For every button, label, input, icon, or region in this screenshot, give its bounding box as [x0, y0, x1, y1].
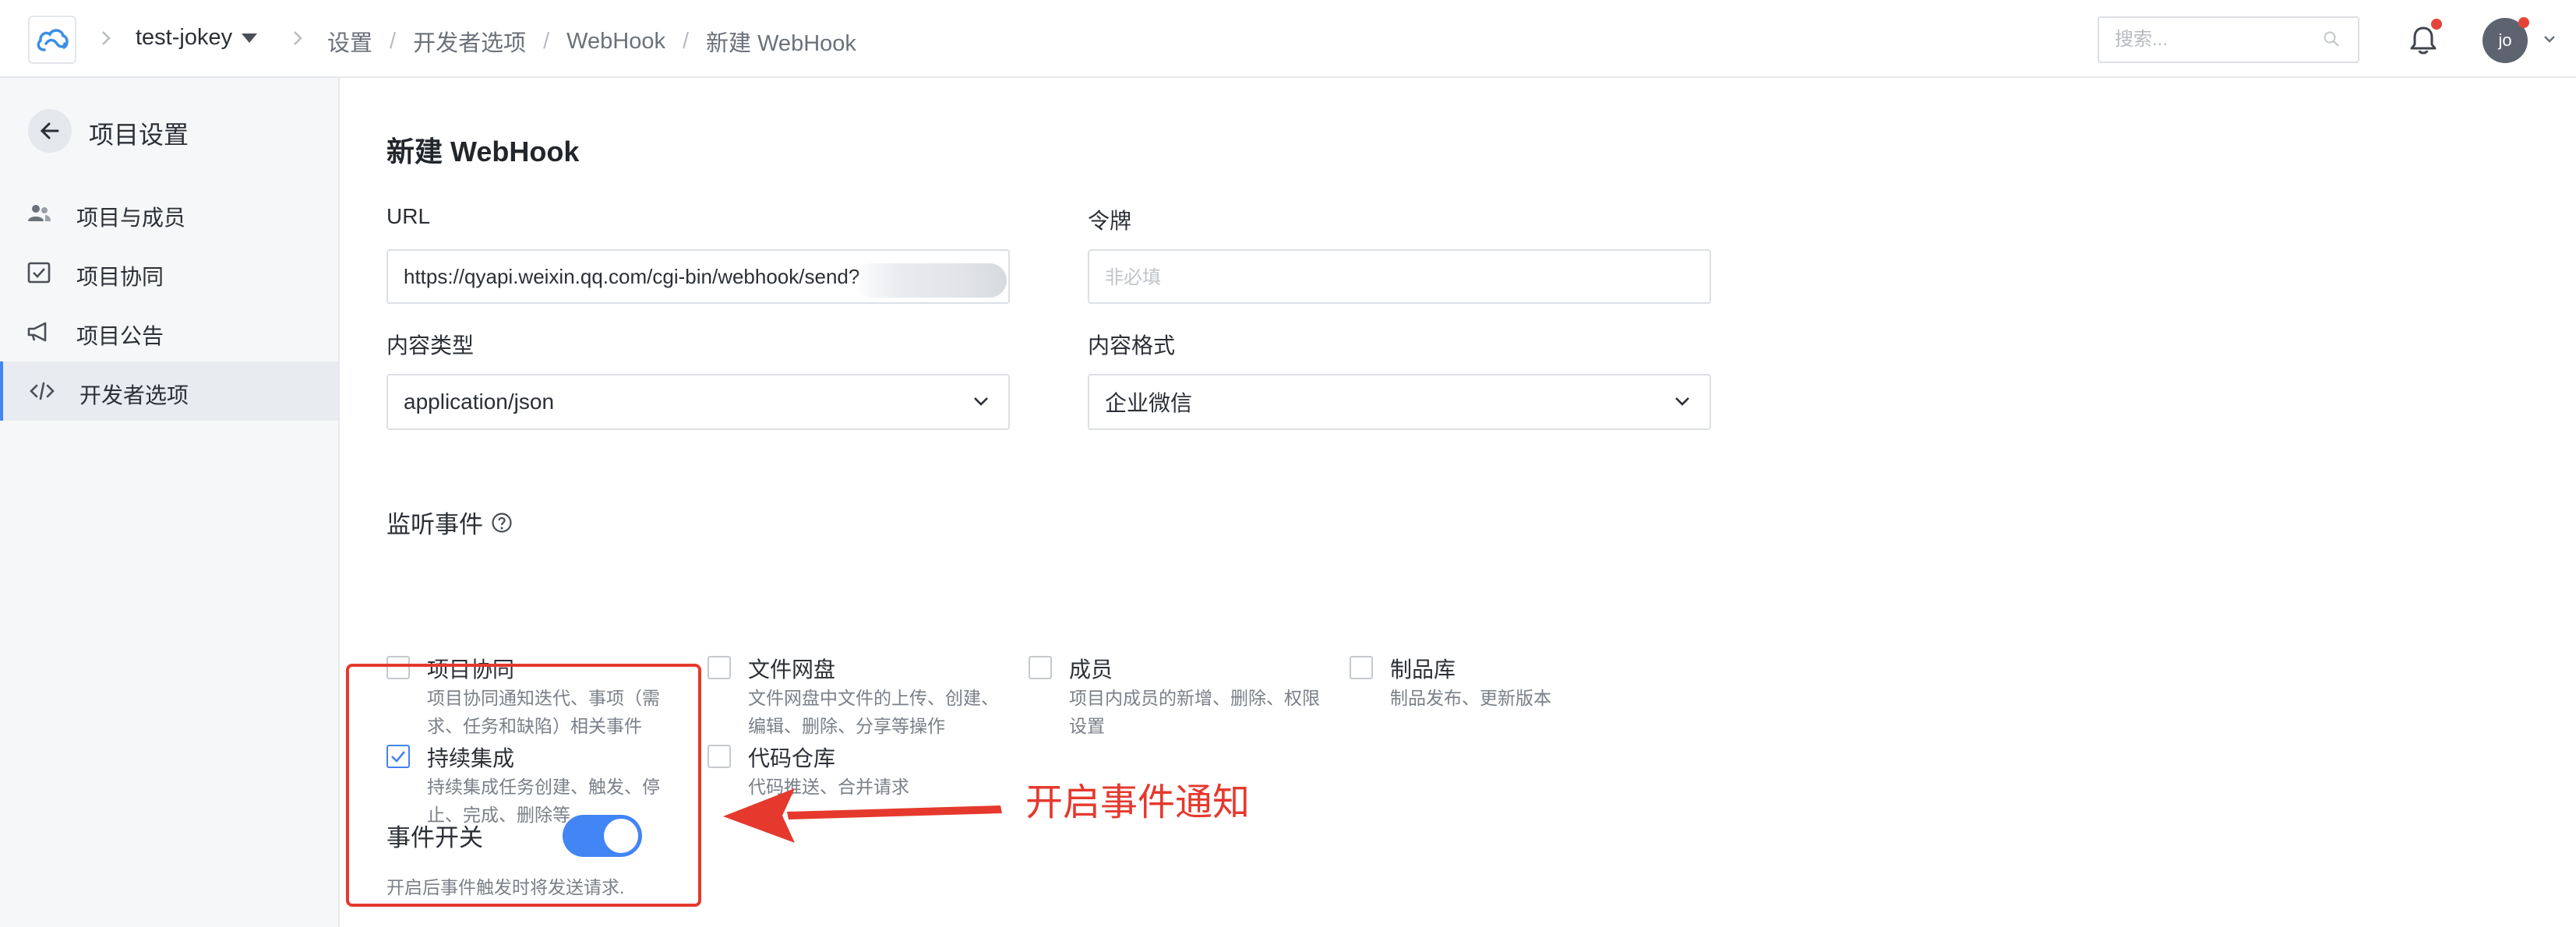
event-title: 文件网盘: [748, 657, 836, 682]
content-type-select[interactable]: application/json: [386, 374, 1010, 430]
event-desc: 文件网盘中文件的上传、创建、 编辑、删除、分享等操作: [748, 688, 999, 736]
event-checkbox-file-drive[interactable]: [708, 656, 731, 679]
help-icon[interactable]: [491, 512, 513, 534]
token-input[interactable]: [1088, 249, 1711, 304]
breadcrumb-new-webhook: 新建 WebHook: [706, 31, 856, 56]
sidebar-item-collaboration[interactable]: 项目协同: [0, 243, 338, 302]
token-label: 令牌: [1088, 209, 1132, 233]
chevron-down-icon: [974, 397, 988, 406]
breadcrumb-separator: /: [682, 28, 690, 54]
project-name: test-jokey: [136, 25, 233, 50]
chevron-down-icon: [1675, 397, 1689, 406]
search-icon[interactable]: [2322, 30, 2341, 48]
event-title: 制品库: [1390, 657, 1456, 682]
cloud-logo-icon[interactable]: [28, 16, 76, 64]
event-checkbox-artifacts[interactable]: [1350, 656, 1373, 679]
sidebar-item-label: 项目公告: [76, 324, 164, 348]
chevron-right-icon: [294, 31, 302, 45]
sidebar-item-developer-options[interactable]: 开发者选项: [0, 361, 338, 421]
content-type-label: 内容类型: [386, 333, 475, 358]
content-type-value: application/json: [404, 389, 555, 414]
chevron-right-icon: [102, 31, 111, 45]
checkbox-board-icon: [27, 262, 51, 284]
event-checkbox-code-repo[interactable]: [708, 745, 731, 768]
content-format-select[interactable]: 企业微信: [1088, 374, 1711, 430]
sidebar-item-label: 项目协同: [76, 265, 164, 289]
event-title: 成员: [1069, 657, 1113, 682]
sidebar-item-announcement[interactable]: 项目公告: [0, 302, 338, 361]
content-format-label: 内容格式: [1088, 333, 1176, 358]
back-button[interactable]: [28, 109, 72, 153]
top-bar: test-jokey 设置 / 开发者选项 / WebHook / 新建 Web…: [0, 0, 2576, 78]
megaphone-icon: [27, 322, 47, 342]
breadcrumb: 设置 / 开发者选项 / WebHook / 新建 WebHook: [327, 25, 856, 58]
event-desc: 制品发布、更新版本: [1390, 688, 1551, 708]
breadcrumb-separator: /: [390, 28, 397, 54]
sidebar-title: 项目设置: [89, 121, 189, 149]
code-icon: [30, 382, 55, 400]
annotation-arrow-icon: [723, 788, 1002, 843]
breadcrumb-webhook[interactable]: WebHook: [566, 29, 665, 55]
events-title: 监听事件: [386, 511, 483, 538]
project-switcher[interactable]: test-jokey: [136, 25, 258, 51]
members-icon: [28, 205, 51, 221]
event-desc: 项目内成员的新增、删除、权限 设置: [1069, 688, 1320, 736]
page-title: 新建 WebHook: [386, 136, 580, 167]
events-section-title: 监听事件: [386, 505, 513, 540]
notification-dot: [2431, 19, 2442, 30]
avatar-status-dot: [2518, 17, 2529, 28]
sidebar-item-members[interactable]: 项目与成员: [0, 184, 338, 243]
chevron-down-icon[interactable]: [2542, 33, 2557, 45]
sidebar-item-label: 开发者选项: [79, 383, 189, 407]
breadcrumb-developer-options[interactable]: 开发者选项: [413, 25, 526, 58]
caret-down-icon: [242, 33, 258, 43]
event-title: 代码仓库: [748, 746, 836, 770]
breadcrumb-separator: /: [543, 28, 550, 54]
redacted-url-part: [854, 263, 1007, 298]
breadcrumb-settings[interactable]: 设置: [327, 25, 372, 58]
sidebar: 项目设置 项目与成员 项目协同 项目公告 开发者选项: [0, 78, 340, 927]
search-input[interactable]: [2098, 16, 2359, 63]
arrow-left-icon: [40, 122, 59, 139]
url-label: URL: [386, 204, 431, 228]
content-format-value: 企业微信: [1105, 391, 1193, 415]
event-checkbox-members[interactable]: [1029, 656, 1052, 679]
annotation-text: 开启事件通知: [1025, 782, 1251, 823]
sidebar-item-label: 项目与成员: [76, 206, 186, 230]
annotation-highlight-box: [346, 664, 701, 907]
